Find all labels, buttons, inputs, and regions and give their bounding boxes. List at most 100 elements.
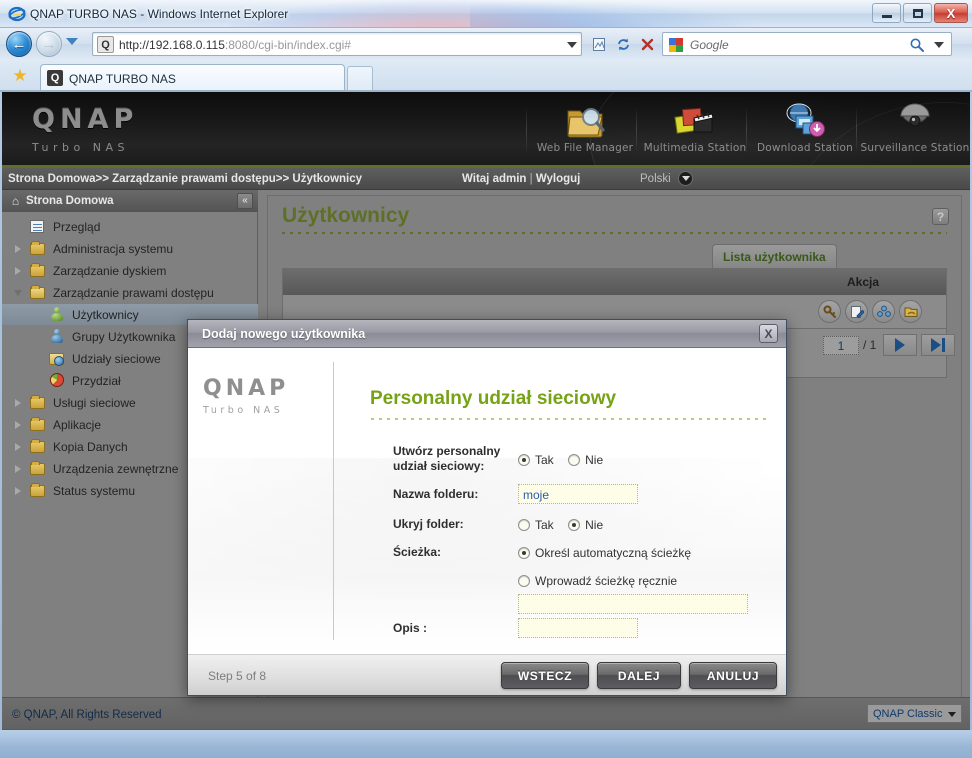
qnap-logo: QNAP Turbo NAS [32, 104, 138, 154]
back-button[interactable]: WSTECZ [501, 662, 589, 689]
breadcrumb[interactable]: Strona Domowa>> Zarządzanie prawami dost… [8, 171, 362, 187]
back-arrow-icon[interactable]: ← [6, 31, 32, 57]
radio-create-share-yes[interactable]: Tak [518, 453, 554, 467]
description-input[interactable] [518, 618, 638, 638]
field-label: Ukryj folder: [393, 517, 464, 531]
chevron-right-icon[interactable] [10, 420, 26, 429]
sidebar-item-zarzadzanie-prawami-dostepu[interactable]: Zarządzanie prawami dostępu [2, 282, 258, 303]
dialog-footer: Step 5 of 8 WSTECZ DALEJ ANULUJ [188, 654, 786, 695]
address-input[interactable]: http://192.168.0.115:8080/cgi-bin/index.… [119, 37, 351, 54]
chevron-right-icon[interactable] [10, 464, 26, 473]
close-icon[interactable]: X [759, 324, 778, 343]
new-tab-button[interactable] [347, 66, 373, 92]
browser-navigation-bar: ← → Q http://192.168.0.115:8080/cgi-bin/… [0, 28, 972, 60]
chevron-down-icon[interactable] [10, 289, 26, 296]
forward-arrow-icon[interactable]: → [36, 31, 62, 57]
recent-pages-chevron-down-icon[interactable] [66, 38, 78, 45]
internet-explorer-icon [8, 5, 26, 23]
search-input[interactable]: Google [690, 37, 729, 54]
search-box[interactable]: Google [662, 32, 952, 56]
title-divider [282, 232, 947, 234]
change-password-icon[interactable] [818, 300, 841, 323]
radio-label: Nie [585, 517, 604, 532]
chevron-down-icon [948, 712, 956, 717]
next-page-icon[interactable] [883, 334, 917, 356]
language-chevron-down-icon[interactable] [678, 171, 693, 186]
app-separator [636, 106, 637, 154]
app-download-station[interactable]: Download Station [750, 98, 860, 162]
logout-link[interactable]: Wyloguj [536, 173, 581, 185]
compatibility-view-icon[interactable] [588, 33, 611, 55]
window-titlebar: QNAP TURBO NAS - Windows Internet Explor… [0, 0, 972, 28]
sidebar-item-administracja-systemu[interactable]: Administracja systemu [2, 238, 258, 259]
breadcrumb-bar: Strona Domowa>> Zarządzanie prawami dost… [2, 168, 970, 190]
chevron-right-icon[interactable] [10, 486, 26, 495]
address-url-path: /cgi-bin/index.cgi# [254, 38, 351, 52]
folder-name-input[interactable]: moje [518, 484, 638, 504]
radio-label: Wprowadź ścieżkę ręcznie [535, 573, 678, 588]
cancel-button[interactable]: ANULUJ [689, 662, 777, 689]
folder-open-icon [29, 285, 47, 300]
radio-hide-folder-no[interactable]: Nie [568, 518, 603, 532]
refresh-icon[interactable] [612, 33, 635, 55]
collapse-left-icon[interactable]: « [237, 193, 253, 209]
qnap-logo-main: QNAP [32, 104, 139, 135]
radio-path-auto[interactable]: Określ automatyczną ścieżkę [518, 546, 691, 560]
chevron-right-icon[interactable] [10, 266, 26, 275]
address-chevron-down-icon[interactable] [567, 42, 577, 48]
chevron-right-icon[interactable] [10, 442, 26, 451]
dialog-body-sheen [188, 458, 786, 608]
browser-tab-qnap[interactable]: Q QNAP TURBO NAS [40, 64, 345, 92]
search-icon[interactable] [909, 37, 925, 53]
folder-icon [29, 483, 47, 498]
theme-select[interactable]: QNAP Classic [867, 704, 962, 723]
radio-dot-icon [518, 546, 530, 559]
language-label[interactable]: Polski [640, 171, 671, 187]
app-web-file-manager[interactable]: Web File Manager [530, 98, 640, 162]
radio-create-share-no[interactable]: Nie [568, 453, 603, 467]
sidebar-item-zarzadzanie-dyskiem[interactable]: Zarządzanie dyskiem [2, 260, 258, 281]
path-manual-input[interactable] [518, 594, 748, 614]
last-page-icon[interactable] [921, 334, 955, 356]
search-chevron-down-icon[interactable] [934, 42, 944, 48]
maximize-button[interactable] [903, 3, 932, 23]
next-button[interactable]: DALEJ [597, 662, 681, 689]
stop-icon[interactable] [636, 33, 659, 55]
radio-label: Nie [585, 452, 604, 467]
sidebar-header: ⌂ Strona Domowa « [2, 190, 258, 212]
folder-icon [29, 417, 47, 432]
dialog-heading-divider [371, 418, 771, 420]
edit-groups-icon[interactable] [872, 300, 895, 323]
radio-hide-folder-yes[interactable]: Tak [518, 518, 554, 532]
radio-path-manual[interactable]: Wprowadź ścieżkę ręcznie [518, 574, 677, 588]
app-surveillance-station[interactable]: Surveillance Station [860, 98, 970, 162]
help-button[interactable]: ? [932, 208, 949, 225]
minimize-button[interactable] [872, 3, 901, 23]
page-status-bar: © QNAP, All Rights Reserved QNAP Classic [2, 697, 970, 730]
page-number-input[interactable]: 1 [823, 336, 859, 355]
browser-status-strip [0, 730, 972, 758]
step-indicator: Step 5 of 8 [208, 669, 267, 683]
folder-icon [29, 461, 47, 476]
field-label-line2: udział sieciowy: [393, 459, 485, 473]
tab-lista-uzytkownika[interactable]: Lista użytkownika [712, 244, 837, 268]
app-multimedia-station[interactable]: Multimedia Station [640, 98, 750, 162]
browser-tab-label: QNAP TURBO NAS [69, 72, 176, 86]
edit-shared-folders-icon[interactable] [899, 300, 922, 323]
dialog-logo-sub: Turbo NAS [203, 405, 284, 416]
field-control-auto: Określ automatyczną ścieżkę [518, 544, 691, 562]
radio-label: Tak [535, 517, 554, 532]
address-url-port: :8080 [224, 38, 255, 52]
star-icon[interactable]: ★ [10, 66, 30, 86]
address-url-main: http://192.168.0.115 [119, 38, 225, 52]
chevron-right-icon[interactable] [10, 244, 26, 253]
field-control [518, 618, 638, 638]
field-control: Tak Nie [518, 451, 603, 469]
folder-icon [29, 395, 47, 410]
close-window-button[interactable]: X [934, 3, 968, 23]
edit-user-icon[interactable] [845, 300, 868, 323]
address-bar[interactable]: Q http://192.168.0.115:8080/cgi-bin/inde… [92, 32, 582, 56]
sidebar-item-przeglad[interactable]: Przegląd [2, 216, 258, 237]
radio-dot-icon [568, 518, 581, 531]
chevron-right-icon[interactable] [10, 398, 26, 407]
